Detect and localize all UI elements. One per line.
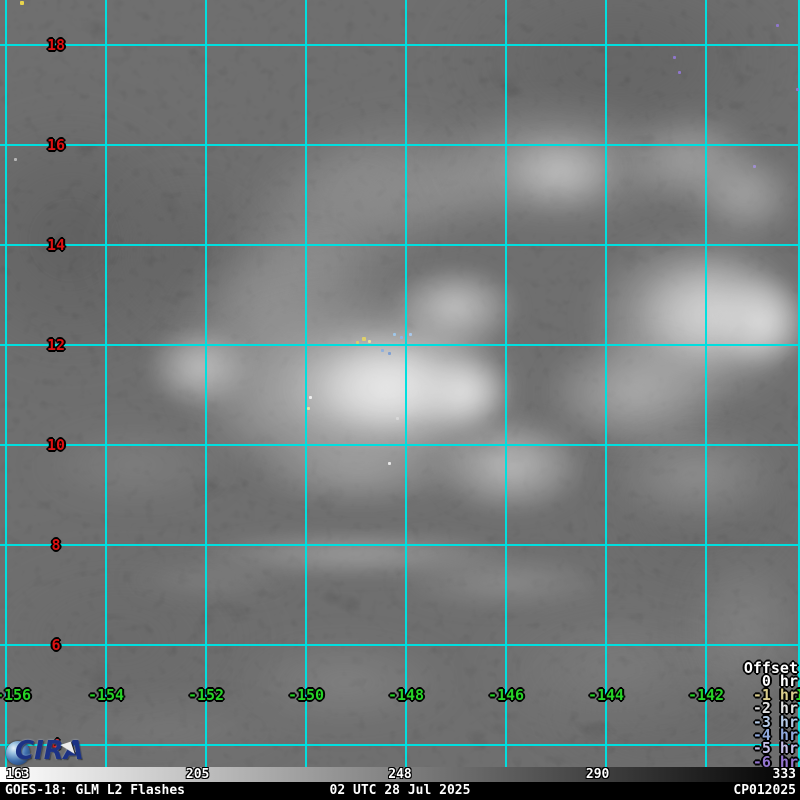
flash-marker [388, 352, 391, 355]
flash-marker [356, 341, 359, 344]
grid-line-horizontal [0, 544, 800, 546]
grid-line-vertical [105, 0, 107, 767]
flash-marker [20, 1, 24, 5]
latitude-label: 8 [51, 536, 60, 554]
grid-line-vertical [5, 0, 7, 767]
colorbar-tick-label: 333 [773, 767, 796, 782]
grid-line-vertical [605, 0, 607, 767]
flash-marker [753, 165, 756, 168]
grid-line-horizontal [0, 444, 800, 446]
grid-line-horizontal [0, 344, 800, 346]
flash-marker [309, 396, 312, 399]
flash-marker [673, 56, 676, 59]
longitude-label: -146 [488, 686, 524, 704]
latitude-label: 16 [47, 136, 65, 154]
product-code: CP012025 [733, 782, 796, 800]
colorbar-tick-label: 290 [586, 767, 609, 782]
longitude-label: -152 [188, 686, 224, 704]
longitude-label: -154 [88, 686, 124, 704]
grid-line-vertical [305, 0, 307, 767]
latlon-grid [0, 0, 800, 767]
cira-logo: CIRA [6, 739, 80, 767]
grid-line-horizontal [0, 244, 800, 246]
timestamp: 02 UTC 28 Jul 2025 [0, 782, 800, 800]
grid-line-vertical [205, 0, 207, 767]
flash-marker [796, 88, 799, 91]
flash-marker [307, 407, 310, 410]
flash-marker [678, 71, 681, 74]
brightness-temperature-colorbar: 163 205 248 290 333 [0, 767, 800, 782]
longitude-label: -148 [388, 686, 424, 704]
flash-marker [393, 333, 396, 336]
offset-legend: Offset 0 hr-1 hr-2 hr-3 hr-4 hr-5 hr-6 h… [744, 662, 798, 767]
flash-marker [396, 417, 399, 420]
longitude-label: -144 [588, 686, 624, 704]
latitude-label: 12 [47, 336, 65, 354]
grid-line-horizontal [0, 744, 800, 746]
grid-line-vertical [405, 0, 407, 767]
flash-marker [776, 24, 779, 27]
flash-marker [14, 158, 17, 161]
longitude-label: -156 [0, 686, 31, 704]
latitude-label: 18 [47, 36, 65, 54]
flash-marker [388, 462, 391, 465]
goes-satellite-viewer: 1816141210864 -156-154-152-150-148-146-1… [0, 0, 800, 800]
satellite-map[interactable]: 1816141210864 -156-154-152-150-148-146-1… [0, 0, 800, 767]
flash-marker [362, 337, 366, 341]
latitude-label: 10 [47, 436, 65, 454]
status-bar: GOES-18: GLM L2 Flashes 02 UTC 28 Jul 20… [0, 782, 800, 800]
colorbar-tick-label: 248 [388, 767, 411, 782]
latitude-label: 14 [47, 236, 65, 254]
grid-line-vertical [505, 0, 507, 767]
grid-line-horizontal [0, 644, 800, 646]
flash-marker [368, 340, 371, 343]
flash-marker [400, 336, 403, 339]
flash-marker [381, 349, 384, 352]
grid-line-vertical [705, 0, 707, 767]
latitude-label: 6 [51, 636, 60, 654]
legend-entry: -6 hr [744, 756, 798, 767]
colorbar-tick-label: 163 [6, 767, 29, 782]
grid-line-horizontal [0, 144, 800, 146]
flash-marker [409, 333, 412, 336]
grid-line-horizontal [0, 44, 800, 46]
longitude-label: -142 [688, 686, 724, 704]
longitude-label: -150 [288, 686, 324, 704]
colorbar-tick-label: 205 [186, 767, 209, 782]
